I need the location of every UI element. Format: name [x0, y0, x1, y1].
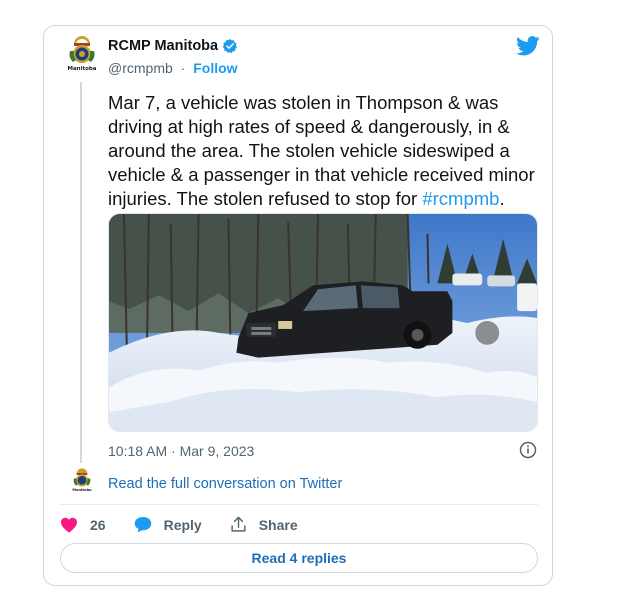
reply-bubble-icon [134, 517, 151, 533]
tweet-actions: 26 Reply Share [60, 516, 326, 533]
follow-button[interactable]: Follow [193, 60, 237, 76]
share-button[interactable]: Share [230, 516, 298, 533]
tweet-text: Mar 7, a vehicle was stolen in Thompson … [108, 91, 538, 211]
twitter-bird-icon[interactable] [516, 36, 540, 56]
hashtag-link[interactable]: #rcmpmb [422, 188, 499, 209]
like-button[interactable]: 26 [60, 517, 106, 533]
reply-button[interactable]: Reply [134, 516, 202, 533]
info-icon[interactable] [519, 441, 537, 459]
tweet-timestamp[interactable]: 10:18 AM · Mar 9, 2023 [108, 443, 254, 459]
actions-divider [60, 504, 538, 505]
read-replies-button[interactable]: Read 4 replies [60, 543, 538, 573]
share-icon [231, 516, 246, 532]
avatar-small-text: Manitoba [72, 488, 92, 492]
separator-dot: · [180, 60, 186, 76]
rcmp-crest-small-icon[interactable]: Manitoba [70, 467, 94, 495]
tweet-end-punctuation: . [499, 188, 505, 209]
author-handle[interactable]: @rcmpmb [108, 60, 173, 76]
avatar-text: Manitoba [67, 66, 96, 72]
heart-icon [61, 517, 77, 533]
author-name-row[interactable]: RCMP Manitoba [108, 38, 238, 54]
read-full-conversation-link[interactable]: Read the full conversation on Twitter [108, 476, 342, 492]
verified-badge-icon [222, 39, 238, 54]
likes-count: 26 [90, 516, 106, 533]
share-label: Share [258, 516, 298, 533]
handle-row: @rcmpmb · Follow [108, 60, 238, 76]
tweet-photo[interactable] [108, 213, 538, 432]
reply-label: Reply [163, 516, 202, 533]
rcmp-crest-icon[interactable]: Manitoba [64, 35, 100, 75]
read-replies-label: Read 4 replies [251, 550, 347, 566]
thread-line [80, 82, 82, 463]
author-name[interactable]: RCMP Manitoba [108, 38, 218, 54]
